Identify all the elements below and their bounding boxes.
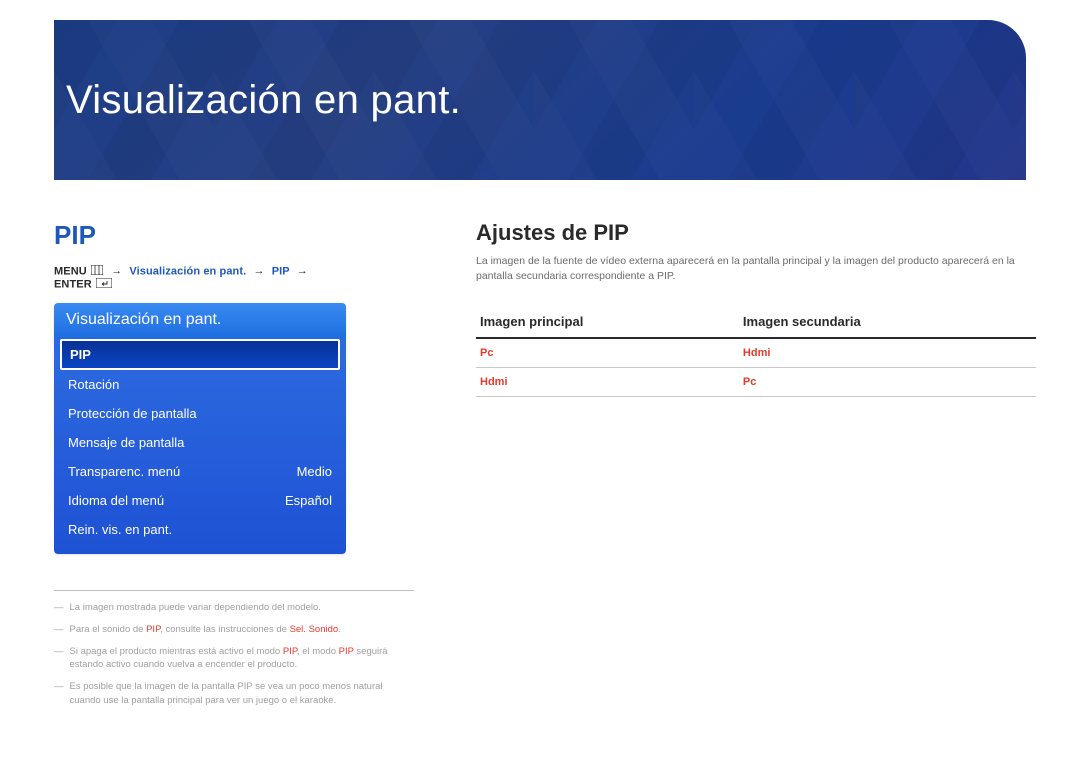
table-row: Hdmi Pc [476,368,1036,397]
subsection-heading-ajustes-pip: Ajustes de PIP [476,220,1036,246]
footnote-4: ― Es posible que la imagen de la pantall… [54,680,414,708]
dash-icon: ― [54,645,64,673]
osd-item-label: Rein. vis. en pant. [68,522,172,537]
osd-menu-panel: Visualización en pant. PIP Rotación Prot… [54,303,346,554]
breadcrumb: MENU → Visualización en pant. → PIP → EN… [54,265,346,291]
menu-grid-icon [91,265,103,278]
footnote-highlight: PIP [146,624,160,635]
footnote-highlight: PIP [339,646,354,657]
footnotes: ― La imagen mostrada puede variar depend… [54,590,414,708]
subsection-description: La imagen de la fuente de vídeo externa … [476,254,1036,284]
table-row: Pc Hdmi [476,338,1036,368]
osd-item-rein-vis[interactable]: Rein. vis. en pant. [54,515,346,544]
osd-item-rotacion[interactable]: Rotación [54,370,346,399]
footnote-text: . [338,624,341,635]
osd-item-transparenc-menu[interactable]: Transparenc. menú Medio [54,457,346,486]
breadcrumb-path-1: Visualización en pant. [129,265,246,277]
dash-icon: ― [54,623,64,637]
table-cell: Pc [739,368,1036,397]
breadcrumb-arrow: → [253,265,264,277]
footnote-highlight: PIP [283,646,297,657]
table-cell: Hdmi [739,338,1036,368]
page-title: Visualización en pant. [66,78,461,123]
enter-icon [96,278,112,291]
breadcrumb-enter-label: ENTER [54,278,92,290]
footnote-1: ― La imagen mostrada puede variar depend… [54,601,414,615]
right-column: Ajustes de PIP La imagen de la fuente de… [476,220,1036,716]
footnote-highlight: Sel. Sonido [290,624,339,635]
left-column: PIP MENU → Visualización en pant. → PIP … [54,220,346,716]
osd-item-label: Transparenc. menú [68,464,180,479]
osd-item-mensaje-pantalla[interactable]: Mensaje de pantalla [54,428,346,457]
osd-item-label: Idioma del menú [68,493,164,508]
pip-sources-table: Imagen principal Imagen secundaria Pc Hd… [476,308,1036,397]
table-header-secondary-image: Imagen secundaria [739,308,1036,338]
table-cell: Pc [476,338,739,368]
section-heading-pip: PIP [54,220,346,251]
osd-item-value: Medio [297,464,332,479]
dash-icon: ― [54,680,64,708]
osd-item-label: PIP [70,347,91,362]
footnote-text: Es posible que la imagen de la pantalla … [70,681,383,706]
table-header-row: Imagen principal Imagen secundaria [476,308,1036,338]
footnote-3: ― Si apaga el producto mientras está act… [54,645,414,673]
osd-item-value: Español [285,493,332,508]
osd-spacer [54,544,346,554]
table-header-main-image: Imagen principal [476,308,739,338]
breadcrumb-path-2: PIP [272,265,290,277]
osd-item-label: Protección de pantalla [68,406,197,421]
osd-item-pip[interactable]: PIP [60,339,340,370]
osd-body: PIP Rotación Protección de pantalla Mens… [54,339,346,554]
footnote-text: Para el sonido de [70,624,147,635]
footnote-text: , consulte las instrucciones de [160,624,289,635]
osd-item-proteccion-pantalla[interactable]: Protección de pantalla [54,399,346,428]
page-banner: Visualización en pant. [54,20,1026,180]
osd-item-label: Mensaje de pantalla [68,435,184,450]
breadcrumb-menu-label: MENU [54,265,87,277]
osd-item-label: Rotación [68,377,119,392]
dash-icon: ― [54,601,64,615]
table-cell: Hdmi [476,368,739,397]
osd-header: Visualización en pant. [54,303,346,339]
footnote-text: , el modo [297,646,339,657]
footnote-text: Si apaga el producto mientras está activ… [70,646,283,657]
breadcrumb-arrow: → [111,265,122,277]
footnote-2: ― Para el sonido de PIP, consulte las in… [54,623,414,637]
content-columns: PIP MENU → Visualización en pant. → PIP … [54,220,1026,716]
footnote-text: La imagen mostrada puede variar dependie… [70,602,321,613]
osd-item-idioma-menu[interactable]: Idioma del menú Español [54,486,346,515]
breadcrumb-arrow: → [297,265,308,277]
